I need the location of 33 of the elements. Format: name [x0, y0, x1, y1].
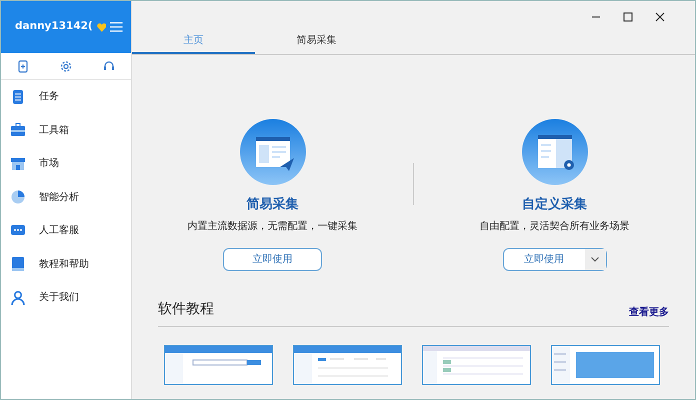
browser-window-drawing	[240, 119, 306, 185]
chat-bubble-icon	[11, 224, 25, 238]
username: danny13142(	[15, 19, 93, 34]
sidebar-item[interactable]: 任务	[1, 80, 131, 114]
section-title: 软件教程	[158, 300, 214, 319]
close-icon[interactable]	[655, 12, 665, 22]
book-icon	[11, 257, 25, 272]
pie-chart-icon	[11, 190, 25, 204]
sidebar-item[interactable]: 智能分析	[1, 180, 131, 214]
use-now-button[interactable]: 立即使用	[223, 248, 322, 270]
mode-description: 内置主流数据源，无需配置，一键采集	[188, 220, 358, 234]
headset-icon[interactable]	[103, 60, 116, 72]
user-icon	[11, 290, 25, 305]
caret-icon[interactable]	[591, 256, 599, 262]
storefront-icon	[11, 156, 25, 171]
sidebar-item[interactable]: 市场	[1, 147, 131, 180]
toolbox-icon	[11, 123, 25, 138]
list-icon	[11, 90, 25, 104]
sidebar-item[interactable]: 人工客服	[1, 214, 131, 248]
settings-icon[interactable]	[60, 60, 72, 72]
settings-window-drawing	[522, 119, 588, 185]
maximize-icon[interactable]	[623, 12, 633, 22]
tab[interactable]: 简易采集	[255, 33, 378, 54]
mode-title: 自定义采集	[522, 196, 587, 214]
mode-title: 简易采集	[246, 196, 298, 214]
sidebar-item[interactable]: 教程和帮助	[1, 248, 131, 281]
more-link[interactable]: 查看更多	[629, 305, 669, 320]
sidebar-item[interactable]: 工具箱	[1, 114, 131, 147]
use-now-button[interactable]: 立即使用	[502, 248, 606, 270]
mode-description: 自由配置，灵活契合所有业务场景	[480, 220, 630, 234]
sidebar-item[interactable]: 关于我们	[1, 281, 131, 314]
menu-icon[interactable]	[110, 22, 123, 32]
phone-icon[interactable]	[16, 60, 29, 72]
